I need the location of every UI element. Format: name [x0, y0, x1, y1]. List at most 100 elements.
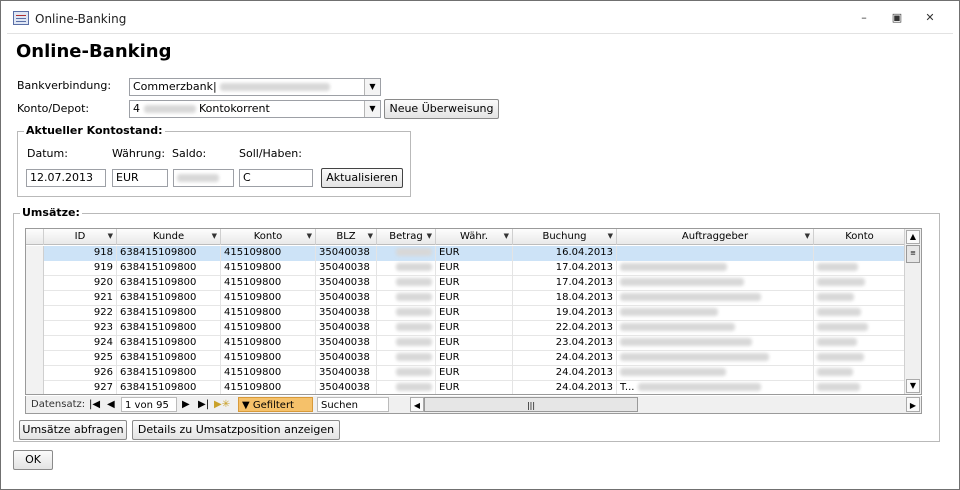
- cell-kunde[interactable]: 638415109800: [117, 246, 221, 261]
- refresh-button[interactable]: Aktualisieren: [321, 168, 403, 188]
- cell-konto[interactable]: 415109800: [221, 306, 316, 321]
- cell-blz[interactable]: 35040038: [316, 381, 377, 394]
- cell-konto[interactable]: 415109800: [221, 336, 316, 351]
- cell-blz[interactable]: 35040038: [316, 366, 377, 381]
- cell-auftraggeber[interactable]: [617, 306, 814, 321]
- chevron-down-icon[interactable]: ▼: [364, 79, 380, 95]
- row-selector[interactable]: [26, 336, 44, 351]
- cell-gegenkonto[interactable]: [814, 366, 906, 381]
- cell-kunde[interactable]: 638415109800: [117, 291, 221, 306]
- cell-buchung[interactable]: 17.04.2013: [513, 261, 617, 276]
- cell-kunde[interactable]: 638415109800: [117, 336, 221, 351]
- column-header-betrag[interactable]: Betrag ▼: [377, 229, 436, 245]
- cell-betrag[interactable]: [377, 291, 436, 306]
- maximize-icon[interactable]: ▣: [887, 10, 907, 26]
- cell-id[interactable]: 927: [44, 381, 117, 394]
- column-header-waehrung[interactable]: Währ. ▼: [436, 229, 513, 245]
- cell-auftraggeber[interactable]: T...: [617, 381, 814, 394]
- cell-gegenkonto[interactable]: [814, 381, 906, 394]
- cell-kunde[interactable]: 638415109800: [117, 381, 221, 394]
- row-selector[interactable]: [26, 291, 44, 306]
- row-selector[interactable]: [26, 306, 44, 321]
- cell-auftraggeber[interactable]: [617, 366, 814, 381]
- cell-konto[interactable]: 415109800: [221, 321, 316, 336]
- row-selector[interactable]: [26, 321, 44, 336]
- filter-badge[interactable]: ▼ Gefiltert: [238, 397, 313, 412]
- chevron-down-icon[interactable]: ▼: [608, 229, 613, 244]
- chevron-down-icon[interactable]: ▼: [364, 101, 380, 117]
- scroll-up-icon[interactable]: ▲: [906, 230, 920, 244]
- cell-buchung[interactable]: 17.04.2013: [513, 276, 617, 291]
- account-combobox[interactable]: 4 Kontokorrent ▼: [129, 100, 381, 118]
- chevron-down-icon[interactable]: ▼: [504, 229, 509, 244]
- table-row[interactable]: 927 638415109800 415109800 35040038 EUR 24.04…: [26, 381, 921, 394]
- chevron-down-icon[interactable]: ▼: [307, 229, 312, 244]
- column-header-konto[interactable]: Konto ▼: [221, 229, 316, 245]
- vertical-scrollbar[interactable]: ▲ ≡ ▼: [904, 229, 921, 394]
- cell-id[interactable]: 926: [44, 366, 117, 381]
- cell-buchung[interactable]: 24.04.2013: [513, 366, 617, 381]
- cell-konto[interactable]: 415109800: [221, 246, 316, 261]
- cell-id[interactable]: 918: [44, 246, 117, 261]
- cell-waehrung[interactable]: EUR: [436, 321, 513, 336]
- cell-id[interactable]: 920: [44, 276, 117, 291]
- cell-gegenkonto[interactable]: [814, 261, 906, 276]
- bank-combobox[interactable]: Commerzbank| ▼: [129, 78, 381, 96]
- cell-buchung[interactable]: 19.04.2013: [513, 306, 617, 321]
- cell-kunde[interactable]: 638415109800: [117, 261, 221, 276]
- scroll-down-icon[interactable]: ▼: [906, 379, 920, 393]
- cell-id[interactable]: 925: [44, 351, 117, 366]
- cell-buchung[interactable]: 22.04.2013: [513, 321, 617, 336]
- cell-waehrung[interactable]: EUR: [436, 261, 513, 276]
- minimize-icon[interactable]: –: [854, 10, 874, 26]
- cell-konto[interactable]: 415109800: [221, 351, 316, 366]
- cell-buchung[interactable]: 24.04.2013: [513, 381, 617, 394]
- row-selector[interactable]: [26, 276, 44, 291]
- table-row[interactable]: 925 638415109800 415109800 35040038 EUR 24.04…: [26, 351, 921, 366]
- cell-buchung[interactable]: 23.04.2013: [513, 336, 617, 351]
- chevron-down-icon[interactable]: ▼: [368, 229, 373, 244]
- date-field[interactable]: 12.07.2013: [26, 169, 106, 187]
- cell-betrag[interactable]: [377, 321, 436, 336]
- cell-id[interactable]: 923: [44, 321, 117, 336]
- row-selector[interactable]: [26, 366, 44, 381]
- row-selector[interactable]: [26, 246, 44, 261]
- search-field[interactable]: Suchen: [317, 397, 389, 412]
- cell-kunde[interactable]: 638415109800: [117, 351, 221, 366]
- table-row[interactable]: 921 638415109800 415109800 35040038 EUR 18.04…: [26, 291, 921, 306]
- cell-betrag[interactable]: [377, 336, 436, 351]
- column-header-id[interactable]: ID ▼: [44, 229, 117, 245]
- cell-betrag[interactable]: [377, 246, 436, 261]
- cell-gegenkonto[interactable]: [814, 291, 906, 306]
- cell-gegenkonto[interactable]: [814, 336, 906, 351]
- row-selector[interactable]: [26, 351, 44, 366]
- cell-auftraggeber[interactable]: [617, 336, 814, 351]
- cell-betrag[interactable]: [377, 306, 436, 321]
- cell-betrag[interactable]: [377, 351, 436, 366]
- table-row[interactable]: 922 638415109800 415109800 35040038 EUR 19.04…: [26, 306, 921, 321]
- cell-kunde[interactable]: 638415109800: [117, 306, 221, 321]
- cell-betrag[interactable]: [377, 261, 436, 276]
- row-selector[interactable]: [26, 381, 44, 394]
- cell-betrag[interactable]: [377, 276, 436, 291]
- horizontal-scroll-thumb[interactable]: |||: [424, 397, 638, 412]
- table-row[interactable]: 918 638415109800 415109800 35040038 EUR 16.04…: [26, 246, 921, 261]
- cell-id[interactable]: 922: [44, 306, 117, 321]
- table-row[interactable]: 923 638415109800 415109800 35040038 EUR 22.04…: [26, 321, 921, 336]
- cell-kunde[interactable]: 638415109800: [117, 321, 221, 336]
- cell-konto[interactable]: 415109800: [221, 291, 316, 306]
- cell-blz[interactable]: 35040038: [316, 336, 377, 351]
- scroll-thumb[interactable]: ≡: [906, 245, 920, 263]
- cell-auftraggeber[interactable]: [617, 261, 814, 276]
- chevron-down-icon[interactable]: ▼: [427, 229, 432, 244]
- cell-waehrung[interactable]: EUR: [436, 276, 513, 291]
- cell-konto[interactable]: 415109800: [221, 261, 316, 276]
- cell-gegenkonto[interactable]: [814, 351, 906, 366]
- cell-blz[interactable]: 35040038: [316, 291, 377, 306]
- cell-blz[interactable]: 35040038: [316, 306, 377, 321]
- transaction-details-button[interactable]: Details zu Umsatzposition anzeigen: [132, 420, 340, 440]
- table-row[interactable]: 919 638415109800 415109800 35040038 EUR 17.04…: [26, 261, 921, 276]
- cell-auftraggeber[interactable]: [617, 276, 814, 291]
- cell-kunde[interactable]: 638415109800: [117, 366, 221, 381]
- cell-konto[interactable]: 415109800: [221, 366, 316, 381]
